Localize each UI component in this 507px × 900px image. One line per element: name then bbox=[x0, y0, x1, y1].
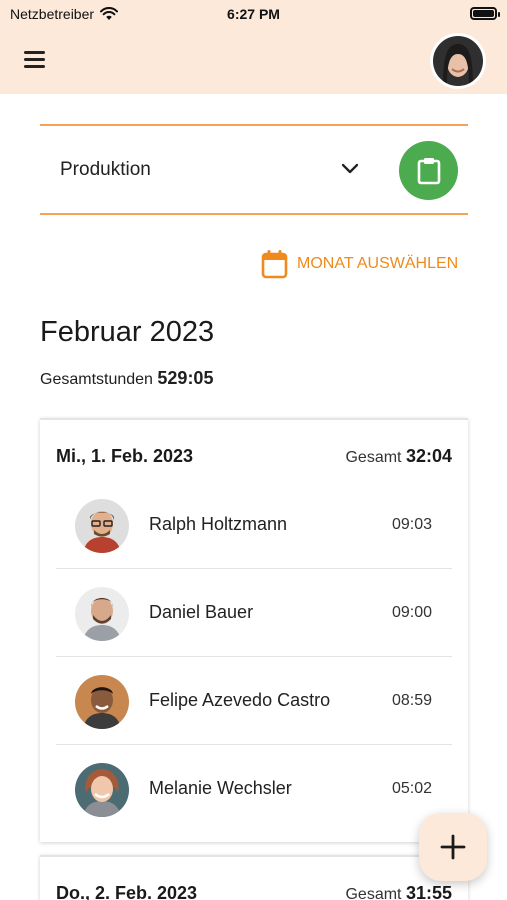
employee-avatar bbox=[75, 587, 129, 641]
battery-icon bbox=[470, 7, 500, 20]
employee-name: Daniel Bauer bbox=[149, 602, 254, 622]
employee-hours: 09:00 bbox=[391, 604, 432, 621]
day-total-label: Gesamt bbox=[345, 886, 402, 900]
total-hours: Gesamtstunden 529:05 bbox=[40, 368, 213, 389]
employee-name: Ralph Holtzmann bbox=[149, 514, 288, 534]
select-month-label: MONAT AUSWÄHLEN bbox=[297, 255, 459, 272]
department-label: Produktion bbox=[60, 159, 151, 180]
list-item[interactable]: Daniel Bauer 09:00 bbox=[56, 569, 452, 657]
employee-name: Felipe Azevedo Castro bbox=[149, 690, 331, 710]
day-date: Mi., 1. Feb. 2023 bbox=[56, 446, 194, 466]
employee-hours: 08:59 bbox=[391, 692, 432, 709]
employee-avatar bbox=[75, 763, 129, 817]
day-total: Gesamt 32:04 bbox=[345, 446, 452, 467]
day-total-value: 31:55 bbox=[405, 883, 452, 900]
day-total: Gesamt 31:55 bbox=[345, 883, 452, 900]
department-selector[interactable]: Produktion bbox=[40, 124, 468, 215]
list-item[interactable]: Ralph Holtzmann 09:03 bbox=[56, 481, 452, 569]
employee-hours: 05:02 bbox=[391, 780, 432, 797]
user-avatar[interactable] bbox=[430, 33, 486, 89]
clipboard-button[interactable] bbox=[399, 141, 458, 200]
employee-avatar bbox=[75, 675, 129, 729]
status-time: 6:27 PM bbox=[227, 6, 280, 22]
calendar-icon bbox=[261, 250, 288, 279]
employee-hours: 09:03 bbox=[391, 516, 432, 533]
select-month-button[interactable]: MONAT AUSWÄHLEN bbox=[261, 249, 458, 279]
clipboard-icon bbox=[417, 157, 440, 184]
total-hours-value: 529:05 bbox=[157, 368, 214, 388]
employee-avatar bbox=[75, 499, 129, 553]
day-total-value: 32:04 bbox=[405, 446, 452, 466]
day-date: Do., 2. Feb. 2023 bbox=[56, 883, 198, 900]
app-header: Netzbetreiber 6:27 PM bbox=[0, 0, 507, 94]
hamburger-menu-icon[interactable] bbox=[22, 48, 48, 70]
month-title: Februar 2023 bbox=[40, 316, 215, 348]
status-bar: Netzbetreiber 6:27 PM bbox=[0, 0, 507, 30]
plus-icon bbox=[440, 834, 466, 860]
add-entry-button[interactable] bbox=[419, 813, 487, 881]
day-card: Mi., 1. Feb. 2023 Gesamt 32:04 Ralph Hol… bbox=[40, 418, 468, 842]
chevron-down-icon[interactable] bbox=[340, 162, 360, 176]
day-card: Do., 2. Feb. 2023 Gesamt 31:55 bbox=[40, 855, 468, 900]
list-item[interactable]: Felipe Azevedo Castro 08:59 bbox=[56, 657, 452, 745]
employee-name: Melanie Wechsler bbox=[149, 778, 292, 798]
day-total-label: Gesamt bbox=[345, 449, 402, 466]
list-item[interactable]: Melanie Wechsler 05:02 bbox=[56, 745, 452, 833]
total-hours-label: Gesamtstunden bbox=[40, 371, 153, 388]
